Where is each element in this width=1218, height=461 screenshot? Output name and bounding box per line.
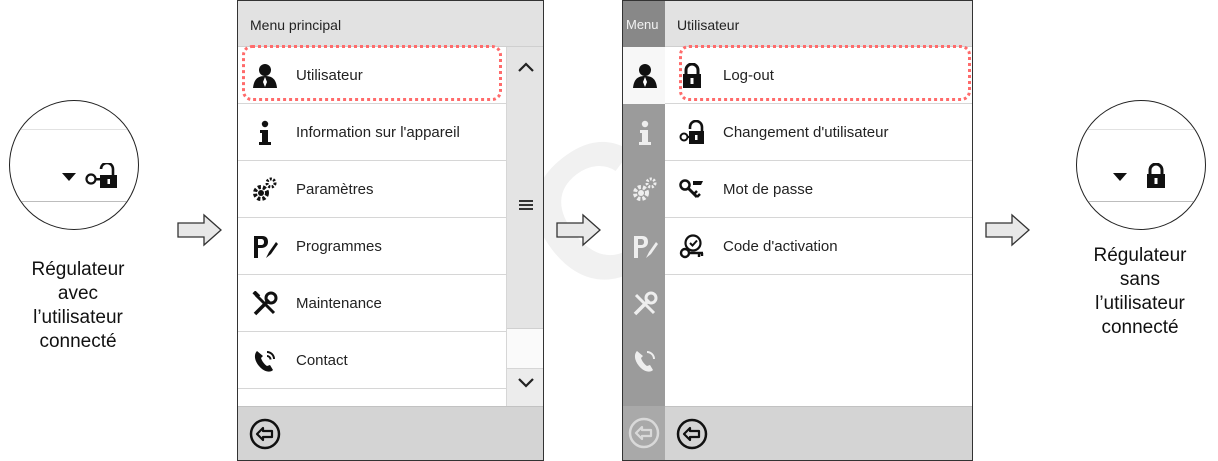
menu-item-settings[interactable]: Paramètres — [238, 161, 506, 218]
scrollbar[interactable] — [506, 47, 543, 406]
menu-item-label: Code d'activation — [723, 238, 838, 255]
back-arrow-icon[interactable] — [248, 417, 282, 451]
menu-item-label: Programmes — [296, 238, 382, 255]
controller-status-logged-in — [9, 100, 139, 230]
programs-icon — [254, 236, 278, 258]
panel-title: Menu principal — [250, 17, 342, 33]
menu-item-label: Contact — [296, 352, 348, 369]
menu-item-programs[interactable]: Programmes — [238, 218, 506, 275]
maintenance-icon — [252, 291, 278, 316]
lock-key-icon — [679, 120, 704, 144]
menu-item-label: Paramètres — [296, 181, 374, 198]
highlight-frame — [679, 45, 971, 101]
menu-item-contact[interactable]: Contact — [238, 332, 506, 389]
arrow-right-icon — [177, 213, 222, 247]
menu-item-label: Maintenance — [296, 295, 382, 312]
menu-item-label: Information sur l'appareil — [296, 124, 460, 141]
sidebar-title: Menu — [626, 17, 659, 32]
caption-logged-in: Régulateur avec l’utilisateur connecté — [0, 258, 156, 354]
phone-icon[interactable] — [632, 348, 658, 374]
divider — [1077, 129, 1205, 130]
panel-footer — [238, 406, 543, 460]
user-icon[interactable] — [632, 63, 658, 89]
controller-status-logged-out — [1076, 100, 1206, 230]
main-menu-panel: Menu principal Utilisateur Information s… — [237, 0, 544, 461]
panel-header: Menu principal — [238, 1, 543, 47]
caption-logged-out: Régulateur sans l’utilisateur connecté — [1062, 244, 1218, 340]
caption-line: connecté — [1101, 317, 1179, 338]
menu-item-device-info[interactable]: Information sur l'appareil — [238, 104, 506, 161]
panel-footer — [665, 406, 972, 460]
chevron-down-icon[interactable] — [517, 377, 535, 389]
activation-code-icon — [679, 234, 704, 259]
divider — [10, 201, 138, 202]
scrollbar-thumb[interactable] — [507, 47, 543, 329]
arrow-right-icon — [556, 213, 601, 247]
back-arrow-icon — [628, 417, 660, 449]
caption-line: sans — [1119, 269, 1161, 290]
phone-icon — [254, 351, 275, 372]
sidebar-footer — [623, 406, 665, 460]
caption-line: l’utilisateur — [33, 307, 123, 328]
menu-item-label: Mot de passe — [723, 181, 814, 198]
caption-line: Régulateur — [1093, 245, 1187, 266]
gears-icon[interactable] — [632, 177, 658, 203]
triangle-down-icon — [1113, 173, 1127, 181]
caption-line: l’utilisateur — [1095, 293, 1185, 314]
sidebar-header: Menu — [623, 1, 665, 47]
scrollbar-track — [507, 329, 543, 369]
menu-item-label: Changement d'utilisateur — [723, 124, 889, 141]
menu-item-change-user[interactable]: Changement d'utilisateur — [665, 104, 972, 161]
menu-lines-icon[interactable] — [517, 199, 535, 211]
menu-item-maintenance[interactable]: Maintenance — [238, 275, 506, 332]
sidebar: Menu — [623, 1, 665, 460]
caption-line: avec — [57, 283, 99, 304]
triangle-down-icon — [62, 173, 76, 181]
back-arrow-icon[interactable] — [675, 417, 709, 451]
lock-closed-icon — [1147, 163, 1165, 188]
panel-title: Utilisateur — [677, 17, 740, 33]
highlight-frame — [242, 45, 502, 101]
figure: CHER Régulateur avec l’utilisateur conne… — [0, 0, 1218, 461]
menu-item-password[interactable]: Mot de passe — [665, 161, 972, 218]
arrow-right-icon — [985, 213, 1030, 247]
chevron-up-icon[interactable] — [517, 61, 535, 73]
programs-icon[interactable] — [632, 234, 658, 260]
info-icon[interactable] — [632, 120, 658, 146]
maintenance-icon[interactable] — [632, 291, 658, 317]
divider — [1077, 201, 1205, 202]
caption-line: connecté — [39, 331, 117, 352]
divider — [10, 129, 138, 130]
lock-open-icon — [85, 163, 117, 188]
caption-line: Régulateur — [31, 259, 125, 280]
user-menu-panel: Menu Utilisateur Log-out Changement d'ut… — [622, 0, 973, 461]
panel-header: Utilisateur — [665, 1, 972, 47]
gears-icon — [253, 177, 277, 201]
info-icon — [259, 120, 271, 145]
key-icon — [679, 179, 703, 199]
menu-item-activation-code[interactable]: Code d'activation — [665, 218, 972, 275]
